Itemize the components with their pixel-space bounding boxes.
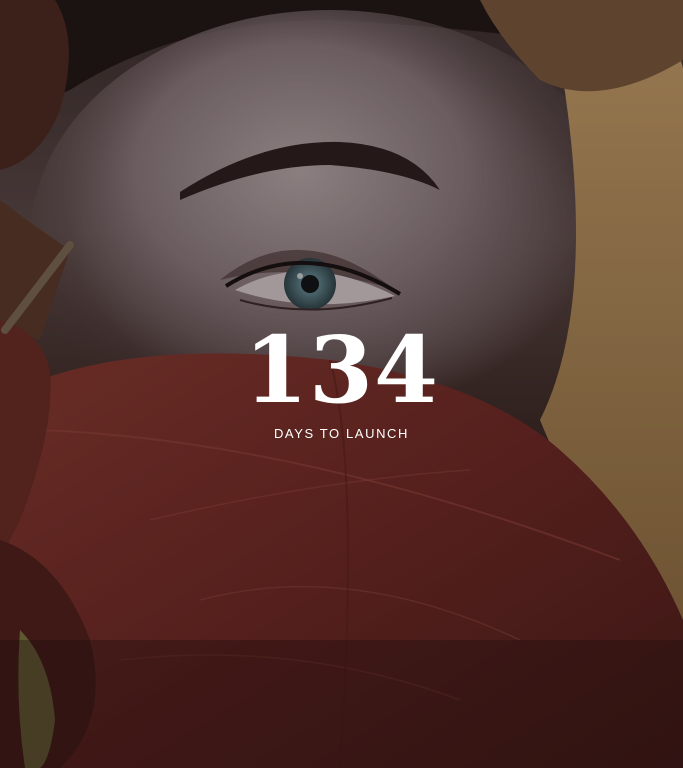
hero-section: 134 DAYS TO LAUNCH [0,0,683,768]
countdown-label: DAYS TO LAUNCH [273,426,410,441]
countdown-number: 134 [243,316,440,424]
launch-countdown: 134 DAYS TO LAUNCH [0,322,683,442]
